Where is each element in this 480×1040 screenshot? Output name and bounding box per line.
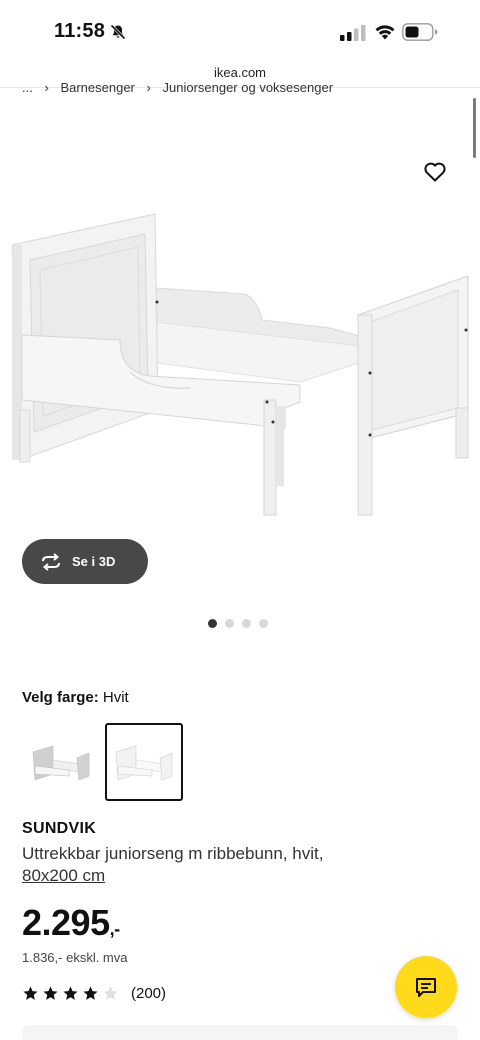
favorite-button[interactable] — [418, 155, 452, 189]
star-filled-icon — [63, 986, 78, 1000]
bed-thumbnail — [32, 745, 90, 781]
rotate-3d-icon — [42, 552, 60, 571]
product-name: SUNDVIK — [22, 820, 97, 837]
view-3d-button[interactable]: Se i 3D — [22, 539, 148, 584]
chat-button[interactable] — [395, 956, 457, 1018]
heart-icon — [424, 162, 446, 182]
rating[interactable]: (200) — [22, 985, 166, 1002]
star-filled-icon — [23, 986, 38, 1000]
product-image[interactable] — [0, 110, 480, 540]
color-label: Velg farge: — [22, 689, 99, 706]
color-swatch-white[interactable] — [105, 723, 183, 801]
carousel-dot-1[interactable] — [208, 619, 217, 628]
bell-off-icon — [110, 24, 126, 40]
view-3d-label: Se i 3D — [72, 554, 116, 569]
breadcrumb: ... › Barnesenger › Juniorsenger og voks… — [22, 80, 341, 96]
breadcrumb-ellipsis[interactable]: ... — [22, 80, 33, 95]
rating-count: (200) — [131, 985, 167, 1002]
star-filled-icon — [83, 986, 98, 1000]
price-value: 2.295 — [22, 902, 110, 943]
bottom-card — [22, 1025, 458, 1040]
breadcrumb-item-barnesenger[interactable]: Barnesenger — [60, 80, 134, 95]
carousel-dot-4[interactable] — [259, 619, 268, 628]
price-suffix: ,- — [109, 919, 121, 939]
product-price: 2.295,- — [22, 902, 120, 944]
battery-icon — [402, 23, 438, 41]
color-selector-label: Velg farge: Hvit — [22, 689, 129, 706]
carousel-dots — [208, 619, 268, 628]
carousel-dot-3[interactable] — [242, 619, 251, 628]
breadcrumb-item-juniorsenger[interactable]: Juniorsenger og voksesenger — [162, 80, 333, 95]
color-value: Hvit — [102, 689, 129, 706]
star-empty-icon — [103, 986, 118, 1000]
chevron-right-icon: › — [44, 80, 49, 95]
chat-icon — [416, 978, 436, 997]
bed-thumbnail — [115, 745, 173, 781]
product-description: Uttrekkbar juniorseng m ribbebunn, hvit, — [22, 844, 324, 863]
rating-stars — [22, 985, 119, 1002]
star-filled-icon — [43, 986, 58, 1000]
price-ex-vat: 1.836,- ekskl. mva — [22, 950, 128, 965]
color-swatch-grey-white[interactable] — [22, 723, 100, 801]
chevron-right-icon: › — [146, 80, 151, 95]
carousel-dot-2[interactable] — [225, 619, 234, 628]
signal-icon — [340, 25, 366, 41]
status-time: 11:58 — [54, 20, 106, 42]
status-bar: 11:58 — [0, 0, 480, 62]
product-size-link[interactable]: 80x200 cm — [22, 866, 105, 886]
url-text: ikea.com — [213, 65, 267, 80]
wifi-icon — [375, 25, 395, 40]
